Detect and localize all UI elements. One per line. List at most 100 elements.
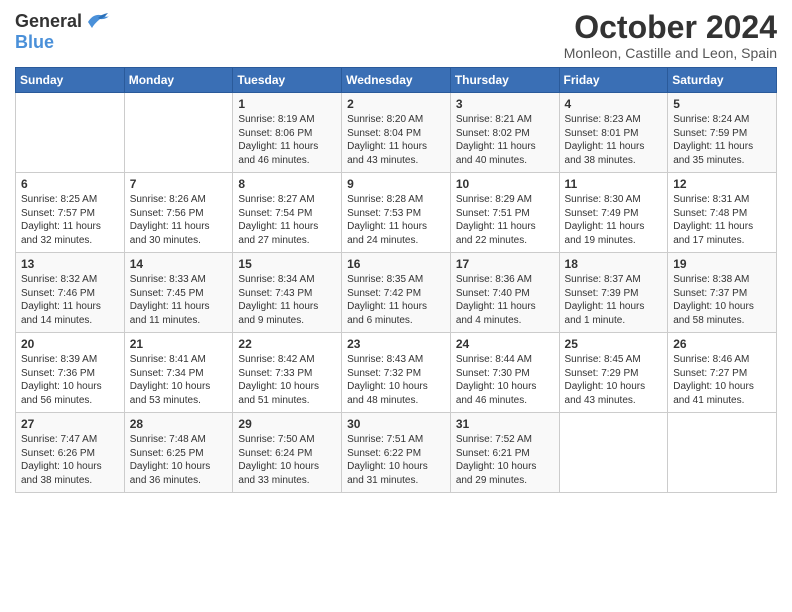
day-of-week-header: Monday	[124, 68, 233, 93]
day-info: Sunrise: 8:24 AM Sunset: 7:59 PM Dayligh…	[673, 113, 771, 167]
day-info: Sunrise: 7:47 AM Sunset: 6:26 PM Dayligh…	[21, 433, 119, 487]
day-info: Sunrise: 8:44 AM Sunset: 7:30 PM Dayligh…	[456, 353, 554, 407]
day-info: Sunrise: 8:27 AM Sunset: 7:54 PM Dayligh…	[238, 193, 336, 247]
day-info: Sunrise: 8:36 AM Sunset: 7:40 PM Dayligh…	[456, 273, 554, 327]
day-number: 6	[21, 177, 119, 191]
day-number: 22	[238, 337, 336, 351]
day-number: 8	[238, 177, 336, 191]
day-number: 13	[21, 257, 119, 271]
day-info: Sunrise: 8:29 AM Sunset: 7:51 PM Dayligh…	[456, 193, 554, 247]
calendar-cell: 23 Sunrise: 8:43 AM Sunset: 7:32 PM Dayli…	[342, 333, 451, 413]
logo: General Blue	[15, 10, 112, 53]
day-number: 11	[565, 177, 663, 191]
day-number: 14	[130, 257, 228, 271]
day-info: Sunrise: 8:28 AM Sunset: 7:53 PM Dayligh…	[347, 193, 445, 247]
calendar-cell: 15Sunrise: 8:34 AM Sunset: 7:43 PM Dayli…	[233, 253, 342, 333]
day-number: 23	[347, 337, 445, 351]
calendar-cell: 30 Sunrise: 7:51 AM Sunset: 6:22 PM Dayli…	[342, 413, 451, 493]
day-of-week-header: Friday	[559, 68, 668, 93]
day-info: Sunrise: 8:33 AM Sunset: 7:45 PM Dayligh…	[130, 273, 228, 327]
calendar-cell: 31Sunrise: 7:52 AM Sunset: 6:21 PM Dayli…	[450, 413, 559, 493]
day-number: 16	[347, 257, 445, 271]
day-info: Sunrise: 8:20 AM Sunset: 8:04 PM Dayligh…	[347, 113, 445, 167]
day-info: Sunrise: 8:42 AM Sunset: 7:33 PM Dayligh…	[238, 353, 336, 407]
day-number: 5	[673, 97, 771, 111]
day-number: 2	[347, 97, 445, 111]
day-info: Sunrise: 8:32 AM Sunset: 7:46 PM Dayligh…	[21, 273, 119, 327]
day-number: 24	[456, 337, 554, 351]
day-info: Sunrise: 7:50 AM Sunset: 6:24 PM Dayligh…	[238, 433, 336, 487]
day-info: Sunrise: 8:39 AM Sunset: 7:36 PM Dayligh…	[21, 353, 119, 407]
calendar-cell	[16, 93, 125, 173]
calendar-cell: 29 Sunrise: 7:50 AM Sunset: 6:24 PM Dayli…	[233, 413, 342, 493]
day-number: 21	[130, 337, 228, 351]
calendar-week-row: 13 Sunrise: 8:32 AM Sunset: 7:46 PM Dayli…	[16, 253, 777, 333]
day-info: Sunrise: 8:34 AM Sunset: 7:43 PM Dayligh…	[238, 273, 336, 327]
day-info: Sunrise: 8:31 AM Sunset: 7:48 PM Dayligh…	[673, 193, 771, 247]
calendar-cell: 18Sunrise: 8:37 AM Sunset: 7:39 PM Dayli…	[559, 253, 668, 333]
day-info: Sunrise: 8:25 AM Sunset: 7:57 PM Dayligh…	[21, 193, 119, 247]
calendar-cell: 22 Sunrise: 8:42 AM Sunset: 7:33 PM Dayli…	[233, 333, 342, 413]
calendar-cell: 5 Sunrise: 8:24 AM Sunset: 7:59 PM Daylig…	[668, 93, 777, 173]
page: General Blue October 2024 Monleon, Casti…	[0, 0, 792, 612]
logo-bird-icon	[84, 10, 112, 32]
calendar-cell: 11Sunrise: 8:30 AM Sunset: 7:49 PM Dayli…	[559, 173, 668, 253]
calendar-cell: 1 Sunrise: 8:19 AM Sunset: 8:06 PM Daylig…	[233, 93, 342, 173]
day-info: Sunrise: 8:21 AM Sunset: 8:02 PM Dayligh…	[456, 113, 554, 167]
calendar-cell: 21Sunrise: 8:41 AM Sunset: 7:34 PM Dayli…	[124, 333, 233, 413]
calendar-cell: 16 Sunrise: 8:35 AM Sunset: 7:42 PM Dayli…	[342, 253, 451, 333]
day-number: 19	[673, 257, 771, 271]
calendar-cell: 24 Sunrise: 8:44 AM Sunset: 7:30 PM Dayli…	[450, 333, 559, 413]
calendar-cell: 6 Sunrise: 8:25 AM Sunset: 7:57 PM Daylig…	[16, 173, 125, 253]
calendar-cell: 19 Sunrise: 8:38 AM Sunset: 7:37 PM Dayli…	[668, 253, 777, 333]
calendar-cell: 17 Sunrise: 8:36 AM Sunset: 7:40 PM Dayli…	[450, 253, 559, 333]
day-of-week-header: Wednesday	[342, 68, 451, 93]
day-number: 4	[565, 97, 663, 111]
day-number: 7	[130, 177, 228, 191]
day-info: Sunrise: 8:26 AM Sunset: 7:56 PM Dayligh…	[130, 193, 228, 247]
calendar-cell: 14 Sunrise: 8:33 AM Sunset: 7:45 PM Dayli…	[124, 253, 233, 333]
calendar-cell: 8 Sunrise: 8:27 AM Sunset: 7:54 PM Daylig…	[233, 173, 342, 253]
calendar-cell	[559, 413, 668, 493]
day-info: Sunrise: 7:51 AM Sunset: 6:22 PM Dayligh…	[347, 433, 445, 487]
calendar-cell: 25 Sunrise: 8:45 AM Sunset: 7:29 PM Dayli…	[559, 333, 668, 413]
day-info: Sunrise: 8:45 AM Sunset: 7:29 PM Dayligh…	[565, 353, 663, 407]
calendar-cell: 7 Sunrise: 8:26 AM Sunset: 7:56 PM Daylig…	[124, 173, 233, 253]
day-info: Sunrise: 8:38 AM Sunset: 7:37 PM Dayligh…	[673, 273, 771, 327]
calendar-cell	[668, 413, 777, 493]
calendar-cell: 10Sunrise: 8:29 AM Sunset: 7:51 PM Dayli…	[450, 173, 559, 253]
day-info: Sunrise: 8:46 AM Sunset: 7:27 PM Dayligh…	[673, 353, 771, 407]
header: General Blue October 2024 Monleon, Casti…	[15, 10, 777, 61]
day-number: 25	[565, 337, 663, 351]
calendar-cell: 4Sunrise: 8:23 AM Sunset: 8:01 PM Daylig…	[559, 93, 668, 173]
day-number: 18	[565, 257, 663, 271]
calendar-table: SundayMondayTuesdayWednesdayThursdayFrid…	[15, 67, 777, 493]
day-info: Sunrise: 8:19 AM Sunset: 8:06 PM Dayligh…	[238, 113, 336, 167]
calendar-cell: 26 Sunrise: 8:46 AM Sunset: 7:27 PM Dayli…	[668, 333, 777, 413]
day-number: 17	[456, 257, 554, 271]
day-info: Sunrise: 7:48 AM Sunset: 6:25 PM Dayligh…	[130, 433, 228, 487]
title-block: October 2024 Monleon, Castille and Leon,…	[564, 10, 777, 61]
calendar-week-row: 20 Sunrise: 8:39 AM Sunset: 7:36 PM Dayli…	[16, 333, 777, 413]
day-number: 26	[673, 337, 771, 351]
calendar-week-row: 27 Sunrise: 7:47 AM Sunset: 6:26 PM Dayli…	[16, 413, 777, 493]
day-of-week-header: Sunday	[16, 68, 125, 93]
calendar-cell: 3Sunrise: 8:21 AM Sunset: 8:02 PM Daylig…	[450, 93, 559, 173]
day-number: 30	[347, 417, 445, 431]
day-number: 27	[21, 417, 119, 431]
day-number: 9	[347, 177, 445, 191]
calendar-week-row: 6 Sunrise: 8:25 AM Sunset: 7:57 PM Daylig…	[16, 173, 777, 253]
calendar-header-row: SundayMondayTuesdayWednesdayThursdayFrid…	[16, 68, 777, 93]
day-number: 31	[456, 417, 554, 431]
day-number: 12	[673, 177, 771, 191]
subtitle: Monleon, Castille and Leon, Spain	[564, 45, 777, 61]
day-number: 1	[238, 97, 336, 111]
logo-blue-text: Blue	[15, 32, 54, 53]
day-info: Sunrise: 8:43 AM Sunset: 7:32 PM Dayligh…	[347, 353, 445, 407]
day-number: 20	[21, 337, 119, 351]
calendar-cell: 2 Sunrise: 8:20 AM Sunset: 8:04 PM Daylig…	[342, 93, 451, 173]
day-number: 29	[238, 417, 336, 431]
day-number: 28	[130, 417, 228, 431]
logo-general-text: General	[15, 11, 82, 32]
day-info: Sunrise: 8:35 AM Sunset: 7:42 PM Dayligh…	[347, 273, 445, 327]
